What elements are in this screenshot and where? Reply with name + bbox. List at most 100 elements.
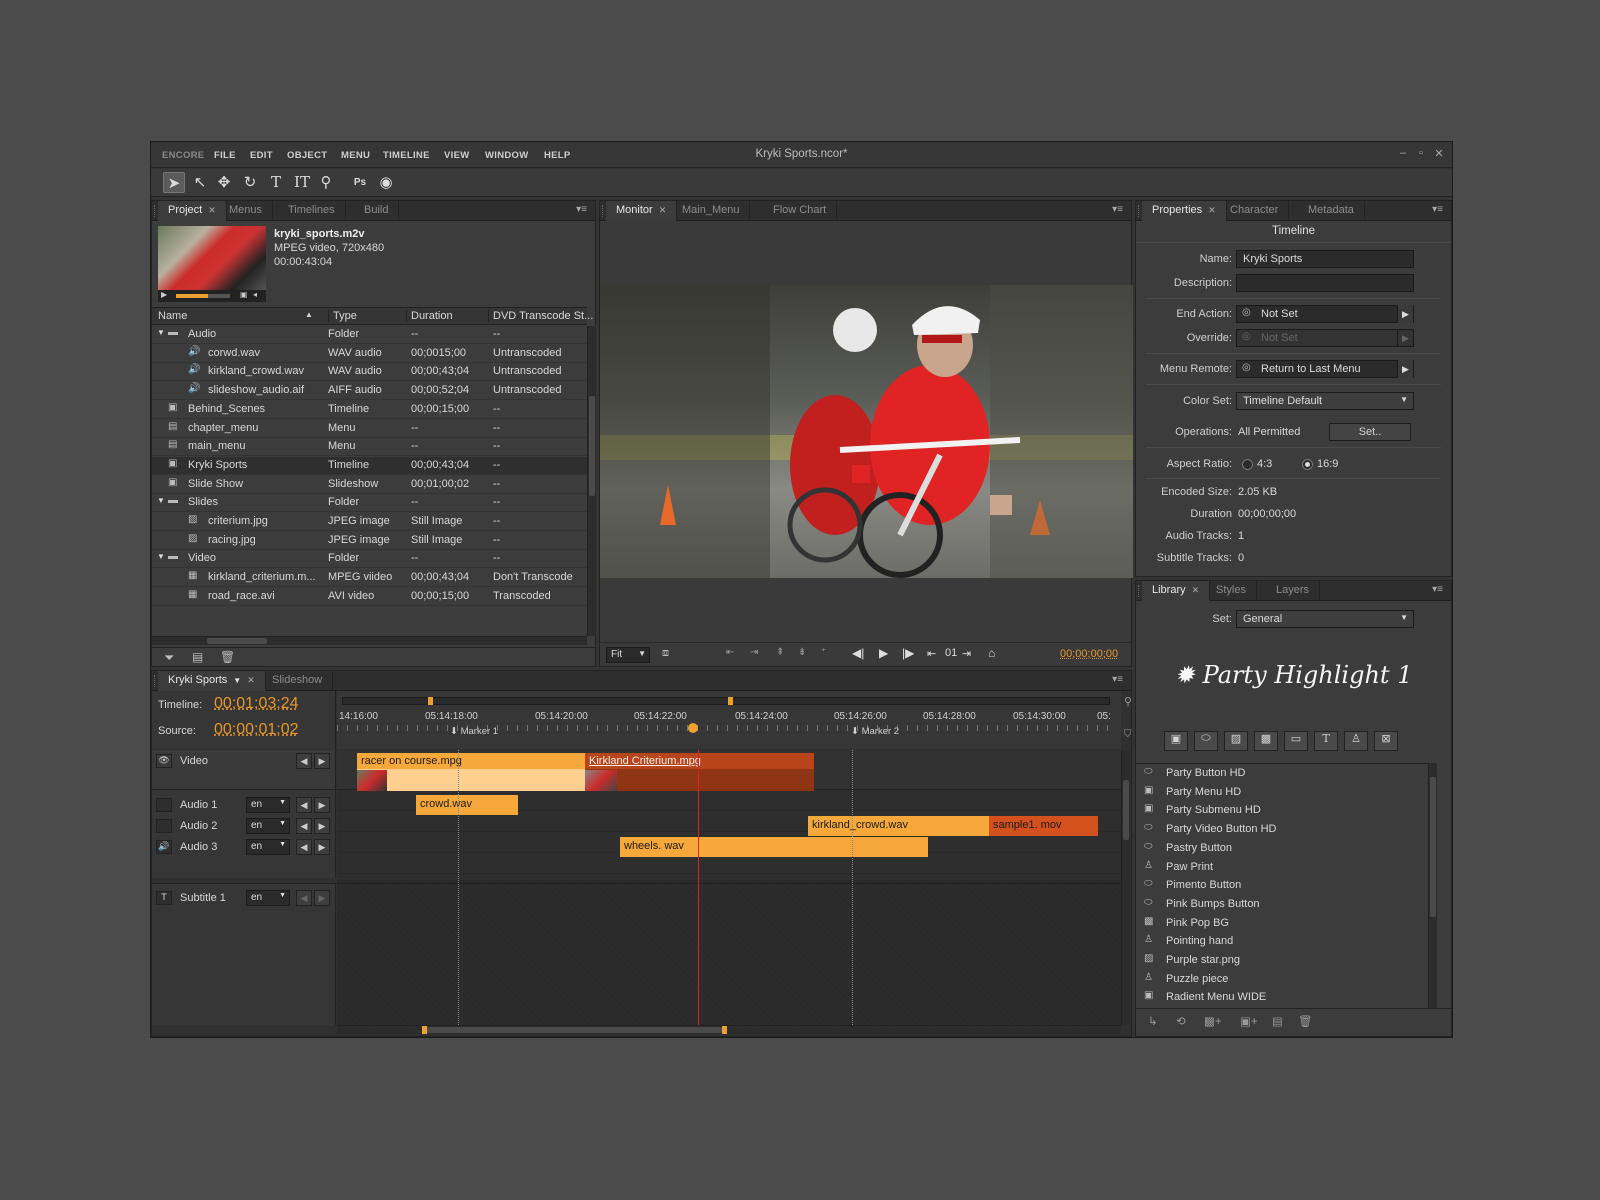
zoom-icon[interactable]: ⚲ — [1124, 695, 1132, 708]
step-forward-icon[interactable]: |▶ — [902, 646, 914, 660]
col-duration[interactable]: Duration — [406, 310, 453, 322]
prev-chapter-icon[interactable]: ⇤ — [927, 647, 936, 660]
library-item[interactable]: ♙ Paw Print — [1136, 858, 1428, 877]
filter-background-icon[interactable]: ▩ — [1254, 731, 1278, 751]
direct-select-arrow-icon[interactable]: ↖ — [189, 172, 211, 193]
project-row[interactable]: 🔊 corwd.wav WAV audio 00;0015;00 Untranscode… — [152, 345, 587, 363]
preview-icon[interactable]: ◉ — [375, 172, 397, 193]
scroll-start-handle[interactable] — [422, 1026, 427, 1034]
filter-layer-icon[interactable]: ⊠ — [1374, 731, 1398, 751]
next-clip-icon[interactable]: ▶ — [314, 839, 330, 855]
text-icon[interactable]: T — [265, 172, 287, 193]
filter-replaceable-icon[interactable]: ♙ — [1344, 731, 1368, 751]
audio1-toggle[interactable] — [156, 798, 172, 812]
project-row[interactable]: ▼ ▬ Audio Folder -- -- — [152, 326, 587, 344]
next-clip-icon[interactable]: ▶ — [314, 818, 330, 834]
project-row[interactable]: ▤ chapter_menu Menu -- -- — [152, 420, 587, 438]
project-row[interactable]: ▦ road_race.avi AVI video 00;00;15;00 Transc… — [152, 588, 587, 606]
zoom-select[interactable]: Fit ▼ — [606, 647, 650, 663]
tab-flow-chart[interactable]: Flow Chart — [763, 201, 838, 221]
library-item[interactable]: ♙ Puzzle piece — [1136, 970, 1428, 989]
move-icon[interactable]: ✥ — [213, 172, 235, 193]
col-transcode[interactable]: DVD Transcode St... — [488, 310, 593, 322]
video-clip-1[interactable]: racer on course.mpg — [357, 753, 585, 791]
menu-edit[interactable]: EDIT — [250, 150, 273, 161]
tab-properties[interactable]: Properties ✕ — [1142, 201, 1227, 221]
filter-image-icon[interactable]: ▨ — [1224, 731, 1248, 751]
set-out-icon[interactable]: ⇥ — [750, 647, 758, 658]
end-action-field[interactable]: ◎ Not Set ▶ — [1236, 305, 1414, 323]
library-set-select[interactable]: General ▼ — [1236, 610, 1414, 628]
library-item[interactable]: ⬭ Party Video Button HD — [1136, 820, 1428, 839]
aspect-16-9-radio[interactable] — [1302, 459, 1313, 470]
track-vscroll[interactable] — [1121, 750, 1130, 1025]
vertical-text-icon[interactable]: IT — [291, 172, 313, 193]
description-field[interactable] — [1236, 274, 1414, 292]
zoom-icon[interactable]: ⚲ — [315, 172, 337, 193]
menu-remote-field[interactable]: ◎ Return to Last Menu ▶ — [1236, 360, 1414, 378]
prev-clip-icon[interactable]: ◀ — [296, 839, 312, 855]
audio2-lang-select[interactable]: en ▼ — [246, 818, 290, 834]
next-clip-icon[interactable]: ▶ — [314, 890, 330, 906]
panel-menu-icon[interactable]: ▾≡ — [1432, 204, 1443, 215]
tab-layers[interactable]: Layers — [1266, 581, 1321, 601]
expand-icon[interactable]: ▼ — [157, 496, 165, 505]
maximize-icon[interactable]: ▫ — [1414, 147, 1428, 161]
prev-clip-icon[interactable]: ◀ — [296, 797, 312, 813]
project-row[interactable]: ▣ Kryki Sports Timeline 00;00;43;04 -- — [152, 456, 587, 475]
next-clip-icon[interactable]: ▶ — [314, 753, 330, 769]
new-background-icon[interactable]: ▩+ — [1204, 1014, 1222, 1028]
next-chapter-icon[interactable]: ⇥ — [962, 647, 971, 660]
filter-text-icon[interactable]: T — [1314, 731, 1338, 751]
source-timecode[interactable]: 00;00;01;02 — [214, 721, 299, 739]
subtitle-icon[interactable]: T — [156, 891, 172, 905]
menu-help[interactable]: HELP — [544, 150, 571, 161]
audio2-clip-2[interactable]: sample1. mov — [989, 816, 1098, 836]
minimize-icon[interactable]: – — [1396, 147, 1410, 161]
tab-menus[interactable]: Menus — [219, 201, 274, 221]
poster-frame-icon[interactable]: ▣ — [240, 290, 248, 299]
audio1-lang-select[interactable]: en ▼ — [246, 797, 290, 813]
rotate-icon[interactable]: ↻ — [239, 172, 261, 193]
library-item[interactable]: ▣ Party Menu HD — [1136, 783, 1428, 802]
trash-icon[interactable]: 🗑 — [220, 650, 235, 664]
project-row[interactable]: ▼ ▬ Video Folder -- -- — [152, 550, 587, 569]
audio2-clip-1[interactable]: kirkland_crowd.wav — [808, 816, 989, 836]
subtitle1-lang-select[interactable]: en ▼ — [246, 890, 290, 906]
close-tab-icon[interactable]: ✕ — [659, 205, 667, 215]
marker-2[interactable]: ⬇ Marker 2 — [851, 726, 899, 737]
menu-remote-arrow-icon[interactable]: ▶ — [1397, 360, 1413, 378]
col-type[interactable]: Type — [328, 310, 357, 322]
audio3-lang-select[interactable]: en ▼ — [246, 839, 290, 855]
project-row[interactable]: 🔊 slideshow_audio.aif AIFF audio 00;00;52;0… — [152, 382, 587, 401]
project-row[interactable]: ▨ criterium.jpg JPEG image Still Image -- — [152, 513, 587, 531]
tab-library[interactable]: Library ✕ — [1142, 581, 1211, 601]
new-item-icon[interactable]: ▤ — [192, 650, 203, 664]
play-icon[interactable]: ▶ — [161, 290, 167, 299]
timeline-timecode[interactable]: 00;01;03;24 — [214, 695, 299, 713]
new-menu-icon[interactable]: ▣+ — [1240, 1014, 1258, 1028]
tab-monitor[interactable]: Monitor ✕ — [606, 201, 678, 221]
close-tab-icon[interactable]: ✕ — [1208, 205, 1216, 215]
library-item[interactable]: ⬭ Pastry Button — [1136, 839, 1428, 858]
prev-clip-icon[interactable]: ◀ — [296, 753, 312, 769]
tab-kryki-sports[interactable]: Kryki Sports ▼ ✕ — [158, 671, 266, 691]
close-tab-icon[interactable]: ✕ — [208, 205, 216, 215]
safe-area-icon[interactable]: ⧈ — [662, 647, 669, 660]
close-tab-icon[interactable]: ✕ — [1192, 585, 1200, 595]
work-area-bar[interactable] — [342, 697, 1110, 705]
col-name[interactable]: Name — [158, 310, 187, 322]
close-tab-icon[interactable]: ✕ — [247, 675, 255, 685]
pickwhip-icon[interactable]: ◎ — [1242, 362, 1251, 373]
tab-slideshow[interactable]: Slideshow — [262, 671, 334, 691]
menu-window[interactable]: WINDOW — [485, 150, 528, 161]
playhead-handle[interactable] — [688, 723, 698, 733]
library-item[interactable]: ▣ Party Submenu HD — [1136, 801, 1428, 820]
project-row[interactable]: ▦ kirkland_criterium.m... MPEG viideo 00;00… — [152, 569, 587, 588]
step-back-icon[interactable]: ◀| — [852, 646, 864, 660]
track-hscroll[interactable] — [337, 1025, 1121, 1034]
audio3-clip[interactable]: wheels. wav — [620, 837, 928, 857]
tab-main-menu[interactable]: Main_Menu — [672, 201, 751, 221]
panel-menu-icon[interactable]: ▾≡ — [1112, 674, 1123, 685]
photoshop-icon[interactable]: Ps — [349, 172, 371, 193]
